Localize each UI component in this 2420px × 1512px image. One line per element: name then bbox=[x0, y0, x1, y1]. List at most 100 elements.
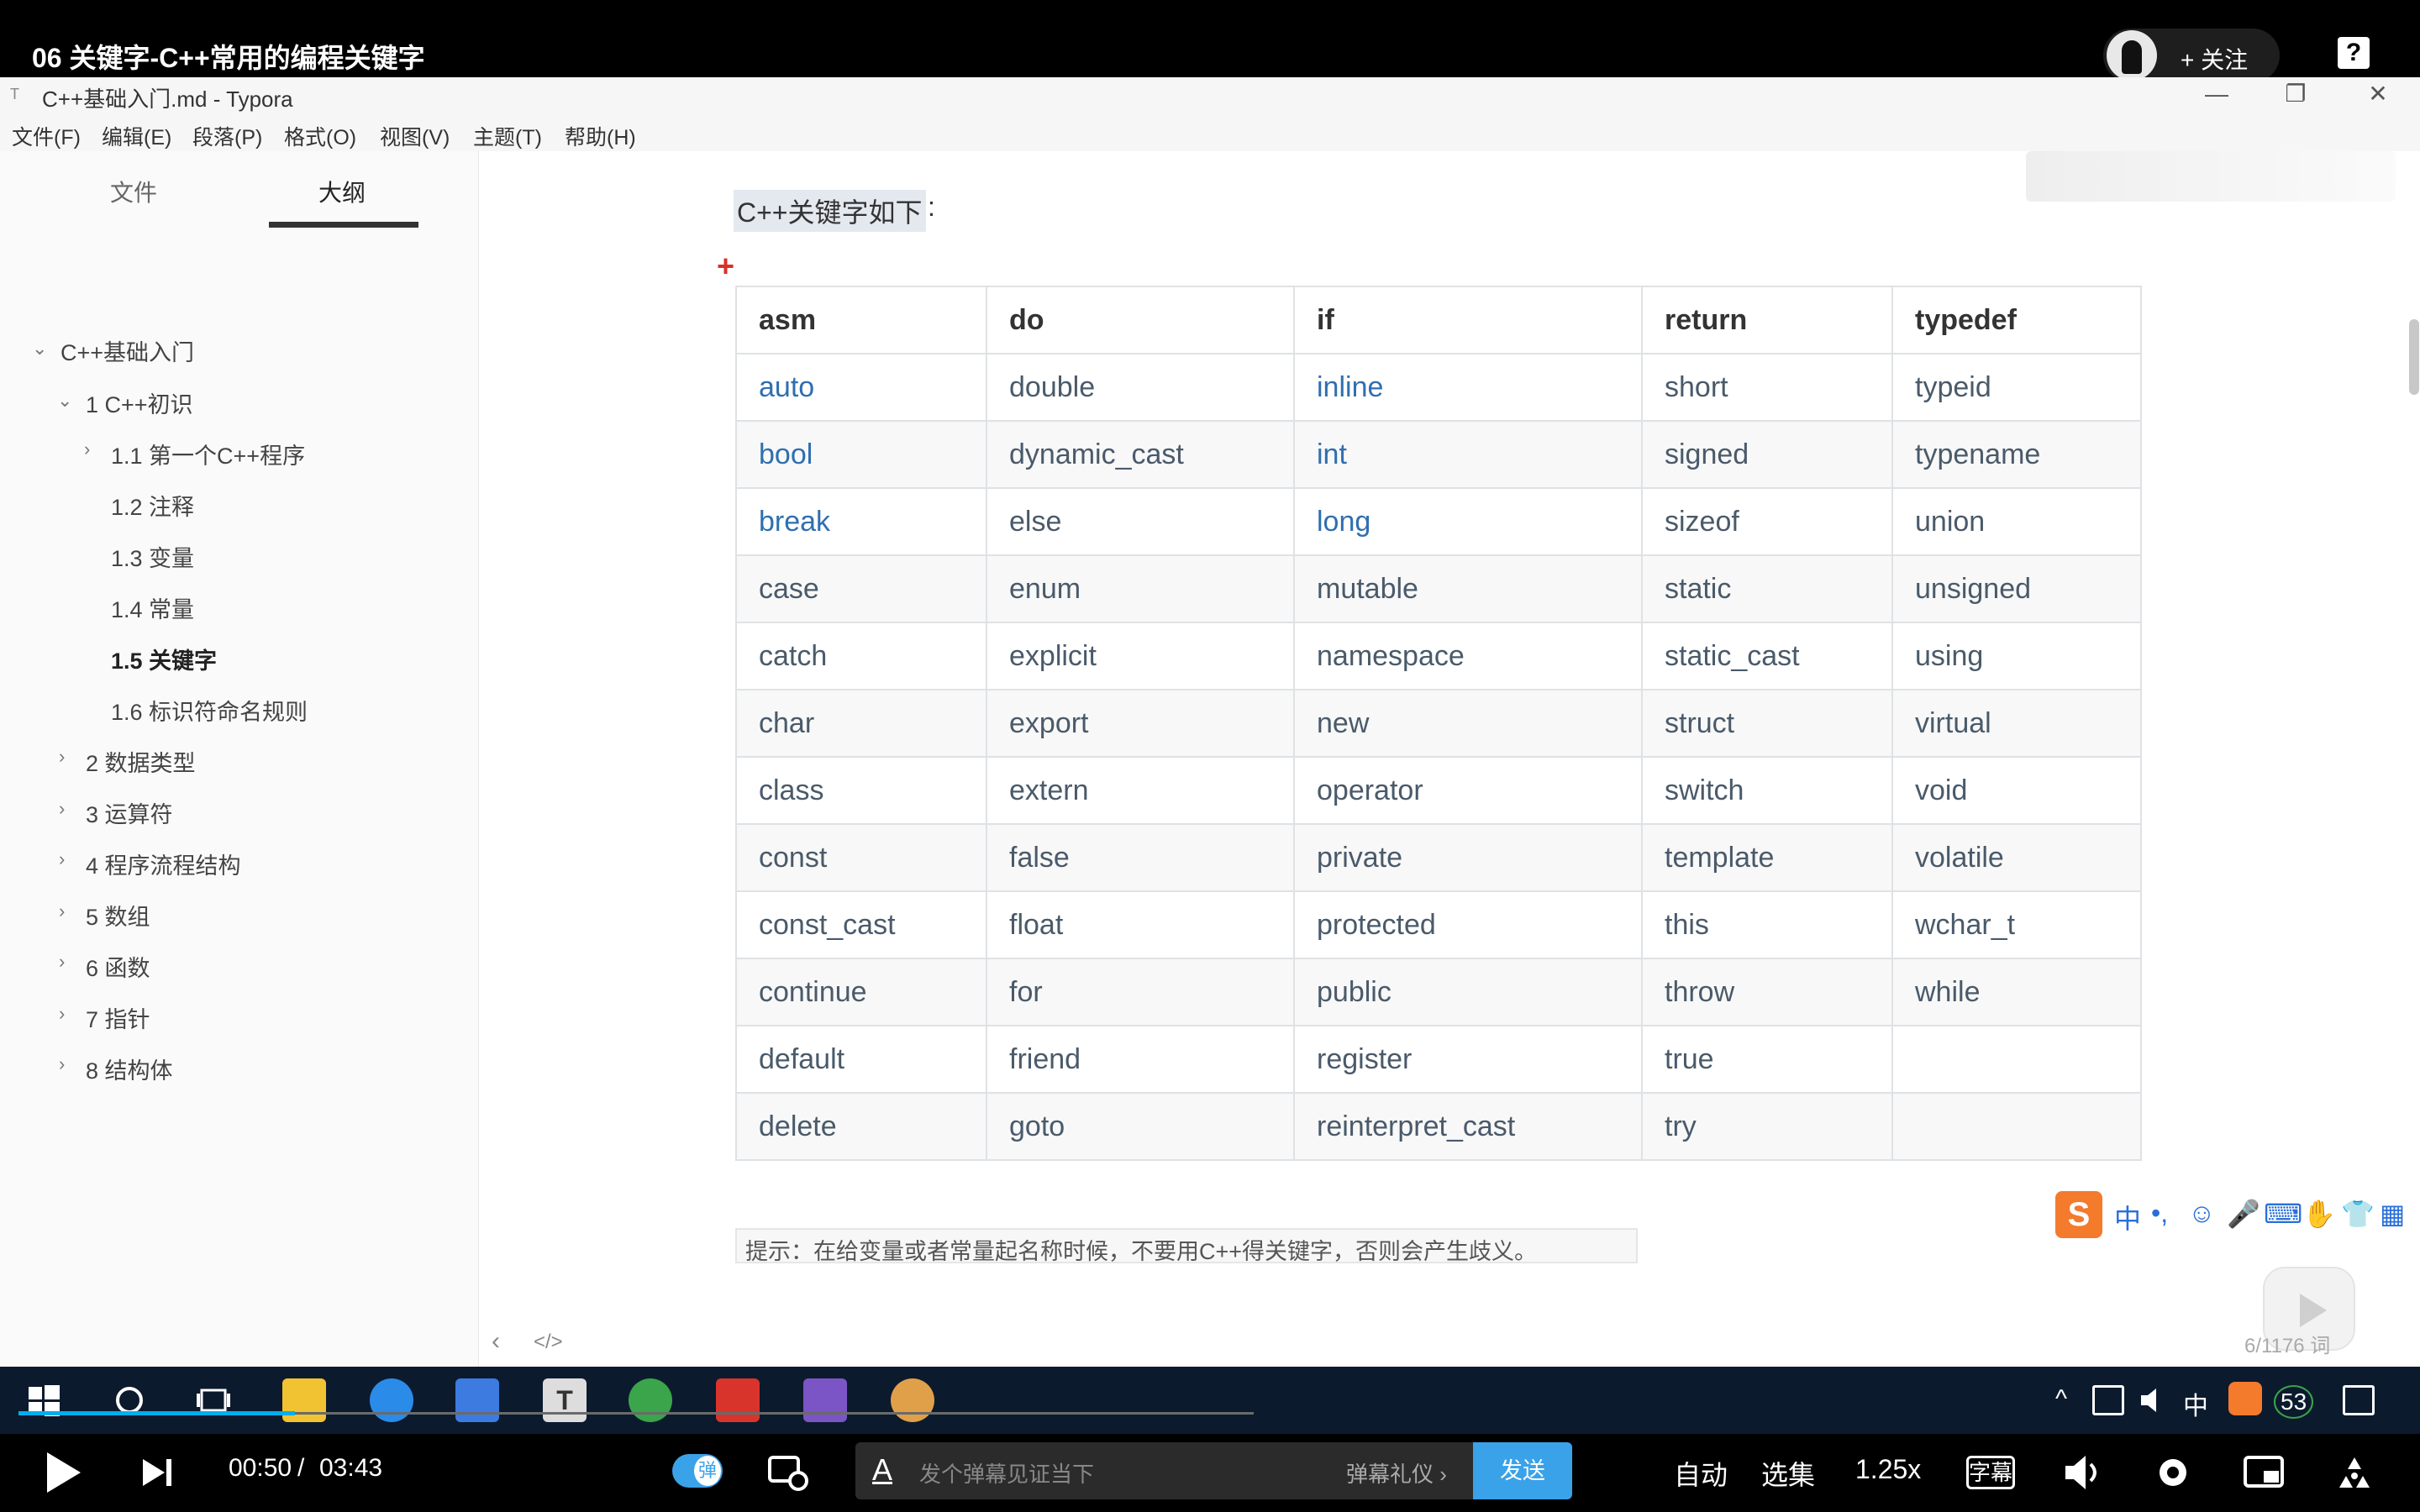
channel-watermark bbox=[2026, 151, 2396, 202]
chevron-right-icon[interactable]: › bbox=[84, 438, 90, 460]
add-row-icon[interactable]: + bbox=[717, 249, 734, 284]
outline-item-1-5[interactable]: 1.5 关键字 bbox=[111, 643, 217, 675]
table-cell: try bbox=[1641, 1092, 1893, 1161]
playback-speed-button[interactable]: 1.25x bbox=[1855, 1454, 1921, 1485]
ime-punct-icon[interactable]: •, bbox=[2151, 1198, 2168, 1229]
baidu-netdisk-icon[interactable] bbox=[455, 1378, 499, 1422]
volume-icon[interactable] bbox=[2139, 1385, 2168, 1415]
play-icon[interactable] bbox=[47, 1452, 81, 1493]
outline-item-7[interactable]: 7 指针 bbox=[86, 1001, 150, 1034]
sogou-tray-icon[interactable] bbox=[2228, 1382, 2262, 1415]
file-explorer-icon[interactable] bbox=[282, 1378, 326, 1422]
video-title: 06 关键字-C++常用的编程关键字 bbox=[32, 43, 425, 73]
task-view-icon[interactable] bbox=[192, 1378, 235, 1422]
tab-outline[interactable]: 大纲 bbox=[318, 175, 366, 208]
episodes-button[interactable]: 选集 bbox=[1761, 1454, 1815, 1493]
menu-paragraph[interactable]: 段落(P) bbox=[192, 121, 262, 151]
restore-button[interactable]: ❐ bbox=[2257, 77, 2334, 113]
picture-in-picture-icon[interactable] bbox=[2242, 1452, 2286, 1493]
search-icon[interactable] bbox=[108, 1378, 151, 1422]
editor-content[interactable]: C++关键字如下 : + asm do if return typedef au… bbox=[480, 151, 2420, 1367]
ime-mode-indicator[interactable]: 中 bbox=[2183, 1385, 2208, 1422]
ime-skin-icon[interactable]: 👕 bbox=[2341, 1198, 2375, 1230]
send-danmaku-button[interactable]: 发送 bbox=[1473, 1442, 1572, 1499]
settings-gear-icon[interactable] bbox=[2151, 1452, 2195, 1493]
chevron-right-icon[interactable]: › bbox=[59, 798, 65, 820]
menu-view[interactable]: 视图(V) bbox=[380, 121, 450, 151]
table-cell bbox=[1891, 1092, 2142, 1161]
outline-item-1-4[interactable]: 1.4 常量 bbox=[111, 591, 194, 624]
chevron-left-icon[interactable]: ‹ bbox=[492, 1327, 500, 1356]
chevron-right-icon[interactable]: › bbox=[59, 951, 65, 973]
outline-item-8[interactable]: 8 结构体 bbox=[86, 1053, 173, 1085]
outline-item-4[interactable]: 4 程序流程结构 bbox=[86, 848, 241, 880]
ime-keyboard-icon[interactable]: ⌨ bbox=[2264, 1198, 2302, 1230]
chevron-right-icon[interactable]: › bbox=[59, 746, 65, 768]
table-cell: protected bbox=[1293, 890, 1643, 959]
danmaku-settings-icon[interactable] bbox=[766, 1452, 810, 1493]
xmind-icon[interactable] bbox=[716, 1378, 760, 1422]
table-cell: switch bbox=[1641, 756, 1893, 825]
next-episode-icon[interactable] bbox=[143, 1456, 176, 1489]
chevron-right-icon[interactable]: › bbox=[59, 900, 65, 922]
network-icon[interactable] bbox=[2092, 1385, 2124, 1415]
help-icon[interactable]: ? bbox=[2338, 37, 2370, 69]
chevron-right-icon[interactable]: › bbox=[59, 1053, 65, 1075]
chevron-down-icon[interactable]: ⌄ bbox=[32, 338, 47, 360]
tray-badge-count[interactable]: 53 bbox=[2274, 1385, 2314, 1419]
menu-format[interactable]: 格式(O) bbox=[284, 121, 356, 151]
ime-hand-icon[interactable]: ✋ bbox=[2302, 1198, 2336, 1230]
menu-file[interactable]: 文件(F) bbox=[12, 121, 81, 151]
ime-voice-icon[interactable]: 🎤 bbox=[2227, 1198, 2260, 1230]
ime-lang-icon[interactable]: 中 bbox=[2114, 1198, 2141, 1236]
danmaku-style-icon[interactable]: A bbox=[872, 1452, 892, 1488]
table-cell: catch bbox=[735, 622, 987, 690]
danmaku-input[interactable]: A 发个弹幕见证当下 弹幕礼仪 › bbox=[855, 1442, 1473, 1499]
volume-icon[interactable] bbox=[2062, 1452, 2106, 1493]
visual-studio-icon[interactable] bbox=[803, 1378, 847, 1422]
outline-item-1[interactable]: 1 C++初识 bbox=[86, 386, 193, 419]
uploader-avatar[interactable] bbox=[2107, 30, 2157, 81]
outline-item-2[interactable]: 2 数据类型 bbox=[86, 745, 196, 778]
notification-icon[interactable] bbox=[2343, 1385, 2375, 1415]
menu-edit[interactable]: 编辑(E) bbox=[102, 121, 171, 151]
outline-item-5[interactable]: 5 数组 bbox=[86, 899, 150, 932]
app-green-icon[interactable] bbox=[629, 1378, 672, 1422]
outline-item-6[interactable]: 6 函数 bbox=[86, 950, 150, 983]
table-cell: export bbox=[986, 689, 1295, 758]
ime-toolbar[interactable]: S 中 •, ☺ 🎤 ⌨ ✋ 👕 ▦ bbox=[2055, 1191, 2420, 1238]
chevron-right-icon[interactable]: › bbox=[59, 1003, 65, 1025]
ime-toolbox-icon[interactable]: ▦ bbox=[2380, 1198, 2405, 1230]
quality-auto-button[interactable]: 自动 bbox=[1674, 1454, 1728, 1493]
table-cell: long bbox=[1293, 487, 1643, 556]
browser-icon[interactable] bbox=[370, 1378, 413, 1422]
tray-expand-icon[interactable]: ^ bbox=[2055, 1385, 2067, 1414]
chevron-right-icon[interactable]: › bbox=[59, 848, 65, 870]
close-button[interactable]: ✕ bbox=[2339, 77, 2417, 113]
fullscreen-icon[interactable] bbox=[2333, 1452, 2376, 1493]
word-count[interactable]: 6/1176 词 bbox=[2244, 1329, 2330, 1358]
follow-button[interactable]: + 关注 bbox=[2103, 29, 2280, 82]
source-code-toggle-icon[interactable]: </> bbox=[534, 1331, 563, 1354]
danmaku-toggle[interactable] bbox=[672, 1454, 723, 1488]
video-progress-played[interactable] bbox=[18, 1411, 295, 1415]
sogou-ime-icon[interactable]: S bbox=[2055, 1191, 2102, 1238]
paint-icon[interactable] bbox=[891, 1378, 934, 1422]
outline-item-1-6[interactable]: 1.6 标识符命名规则 bbox=[111, 694, 308, 727]
outline-item-1-2[interactable]: 1.2 注释 bbox=[111, 489, 194, 522]
outline-item-1-1[interactable]: 1.1 第一个C++程序 bbox=[111, 438, 305, 470]
ime-emoji-icon[interactable]: ☺ bbox=[2188, 1198, 2216, 1229]
tab-files[interactable]: 文件 bbox=[110, 175, 157, 208]
typora-taskbar-icon[interactable]: T bbox=[543, 1378, 587, 1422]
outline-item-3[interactable]: 3 运算符 bbox=[86, 796, 173, 829]
outline-item-1-3[interactable]: 1.3 变量 bbox=[111, 540, 194, 573]
danmaku-etiquette-link[interactable]: 弹幕礼仪 › bbox=[1346, 1457, 1447, 1488]
scrollbar-thumb[interactable] bbox=[2409, 319, 2419, 395]
chevron-down-icon[interactable]: ⌄ bbox=[57, 390, 72, 412]
subtitle-toggle-icon[interactable]: 字幕 bbox=[1966, 1456, 2015, 1489]
menu-help[interactable]: 帮助(H) bbox=[565, 121, 636, 151]
windows-start-icon[interactable] bbox=[22, 1378, 66, 1422]
minimize-button[interactable]: — bbox=[2178, 77, 2255, 113]
outline-item-cpp-basics[interactable]: C++基础入门 bbox=[60, 334, 194, 367]
menu-theme[interactable]: 主题(T) bbox=[473, 121, 542, 151]
